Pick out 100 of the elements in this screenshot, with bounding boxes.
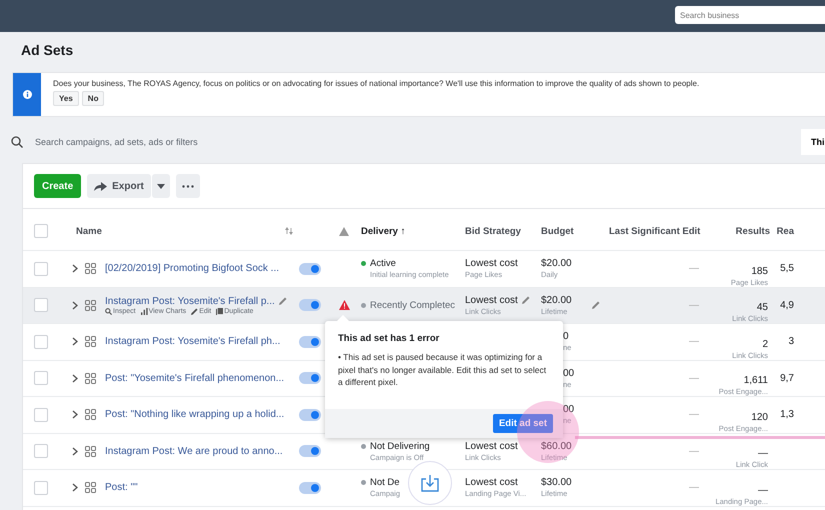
reach-value: 9,7: [780, 372, 794, 384]
column-header[interactable]: Rea: [776, 226, 794, 236]
popover-message: • This ad set is paused because it was optimizing for a pixel that's no longer available. Edit this ad set to select a different pixel.: [337, 351, 548, 389]
last-edit-value: —: [689, 482, 700, 494]
expand-chevron-icon[interactable]: [72, 483, 78, 492]
expand-chevron-icon[interactable]: [72, 374, 78, 383]
answer-button[interactable]: No: [82, 91, 104, 106]
budget-amount: $20.00: [541, 294, 572, 306]
reach-value: 3: [788, 336, 794, 348]
more-icon: [182, 184, 194, 188]
last-edit-value: —: [689, 409, 700, 420]
budget-amount: 0: [563, 331, 569, 342]
results-value: —: [758, 448, 768, 459]
ad-set-link[interactable]: Instagram Post: Yosemite's Firefall ph...: [105, 336, 280, 348]
bid-strategy: Lowest cost: [465, 258, 518, 270]
toggle-switch[interactable]: [299, 299, 321, 312]
pencil-icon[interactable]: [278, 297, 287, 306]
budget-amount: $60.00: [541, 440, 572, 452]
reach-value: 4,9: [780, 300, 794, 311]
row-checkbox[interactable]: [34, 334, 48, 349]
answer-button[interactable]: Yes: [53, 91, 79, 106]
select-all-checkbox[interactable]: [34, 224, 48, 238]
last-edit-value: —: [689, 263, 700, 274]
search-icon: [105, 308, 112, 315]
download-icon: [421, 474, 439, 492]
last-edit-value: —: [689, 300, 700, 311]
date-range-button[interactable]: Thi: [801, 129, 825, 155]
budget-amount: $30.00: [541, 477, 572, 488]
ad-set-link[interactable]: Post: "": [105, 482, 138, 494]
delivery-status: Active: [370, 258, 396, 270]
page-title: Ad Sets: [21, 42, 74, 58]
ad-set-icon: [85, 409, 96, 420]
more-button[interactable]: [176, 174, 200, 198]
delivery-status: Not Delivering: [370, 440, 430, 452]
ad-set-link[interactable]: Instagram Post: We are proud to anno...: [105, 446, 283, 457]
pencil-icon: [191, 308, 198, 315]
reach-value: 5,5: [780, 263, 794, 274]
row-checkbox[interactable]: [34, 444, 48, 458]
export-button[interactable]: Export: [87, 174, 151, 198]
bid-strategy: Lowest cost: [465, 440, 518, 452]
expand-chevron-icon[interactable]: [72, 410, 78, 420]
column-header[interactable]: Last Significant Edit: [609, 226, 700, 236]
column-header[interactable]: Bid Strategy: [465, 226, 521, 236]
budget-amount: $20.00: [541, 258, 572, 270]
results-value: 1,611: [744, 375, 768, 386]
toggle-switch[interactable]: [299, 372, 321, 384]
ad-set-icon: [85, 446, 96, 457]
budget-amount: 00: [563, 404, 574, 416]
ad-set-icon: [85, 300, 96, 311]
reach-value: 1,3: [780, 409, 794, 420]
ad-set-link[interactable]: Post: "Nothing like wrapping up a holid...: [105, 409, 284, 420]
bid-strategy: Lowest cost: [465, 294, 518, 306]
delivery-status: Recently Completec: [370, 300, 456, 311]
row-checkbox[interactable]: [34, 262, 48, 276]
results-value: 2: [762, 338, 768, 350]
ad-set-icon: [85, 336, 96, 348]
column-header[interactable]: Budget: [541, 226, 574, 236]
row-checkbox[interactable]: [34, 371, 48, 386]
expand-chevron-icon[interactable]: [72, 446, 78, 456]
popover-title: This ad set has 1 error: [337, 332, 440, 344]
ad-set-icon: [85, 372, 96, 384]
sort-icon[interactable]: [285, 227, 293, 235]
column-header[interactable]: Results: [736, 226, 770, 236]
row-checkbox[interactable]: [34, 298, 48, 312]
copy-icon: [216, 308, 224, 315]
info-icon: [22, 90, 32, 99]
results-value: —: [758, 484, 768, 496]
row-checkbox[interactable]: [34, 408, 48, 422]
ad-set-link[interactable]: Post: "Yosemite's Firefall phenomenon...: [105, 372, 284, 384]
bid-strategy: Lowest cost: [465, 477, 518, 488]
export-dropdown[interactable]: [152, 174, 170, 198]
filter-search-field[interactable]: Search campaigns, ad sets, ads or filters: [35, 133, 789, 151]
budget-amount: 00: [563, 368, 574, 379]
last-edit-value: —: [689, 372, 700, 384]
toggle-switch[interactable]: [299, 262, 321, 275]
warning-icon: [339, 226, 349, 236]
expand-chevron-icon[interactable]: [72, 264, 78, 274]
error-warning-icon[interactable]: [339, 300, 350, 310]
expand-chevron-icon[interactable]: [72, 337, 78, 346]
ad-set-link[interactable]: Instagram Post: Yosemite's Firefall p...: [105, 296, 275, 307]
column-header[interactable]: Name: [76, 226, 102, 236]
toggle-switch[interactable]: [299, 336, 321, 348]
search-icon: [11, 136, 23, 148]
toggle-switch[interactable]: [299, 445, 321, 458]
toggle-switch[interactable]: [299, 408, 321, 421]
column-header[interactable]: Delivery ↑: [361, 226, 406, 236]
bar-chart-icon: [140, 308, 148, 315]
toggle-switch[interactable]: [299, 482, 321, 494]
search-field[interactable]: Search business: [675, 6, 825, 24]
delivery-status: Not De: [370, 477, 400, 488]
expand-chevron-icon[interactable]: [72, 300, 78, 310]
pencil-icon[interactable]: [522, 296, 530, 304]
pencil-icon[interactable]: [592, 301, 600, 310]
caret-icon: [156, 184, 165, 188]
ad-set-link[interactable]: [02/20/2019] Promoting Bigfoot Sock ...: [105, 263, 279, 274]
last-edit-value: —: [689, 446, 700, 457]
results-value: 45: [756, 302, 768, 313]
row-checkbox[interactable]: [34, 480, 48, 495]
results-value: 185: [751, 266, 768, 276]
notice-text: Does your business, The ROYAS Agency, focus on politics or on advocating for issues of national importance? We'll use this information to improve the quality of ads shown to people.: [53, 79, 700, 88]
